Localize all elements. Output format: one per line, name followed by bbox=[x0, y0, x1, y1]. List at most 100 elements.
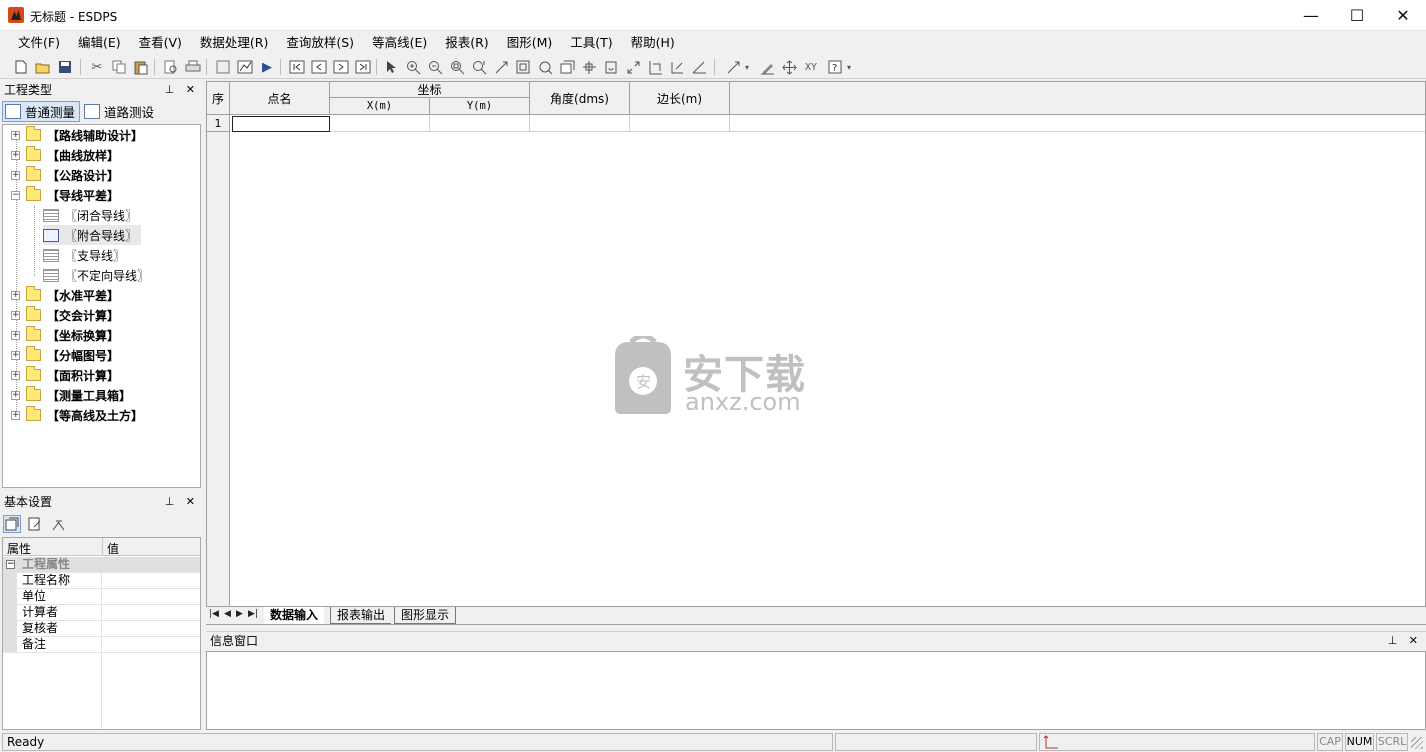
tree-node-coordinate-conversion[interactable]: + 【坐标换算】 bbox=[11, 325, 119, 345]
redraw-icon[interactable] bbox=[536, 58, 554, 76]
layer-icon[interactable] bbox=[558, 58, 576, 76]
help-icon[interactable]: ? bbox=[826, 58, 844, 76]
snap-point-icon[interactable] bbox=[580, 58, 598, 76]
tree-node-area-calculation[interactable]: + 【面积计算】 bbox=[11, 365, 119, 385]
tree-node-map-sheet[interactable]: + 【分幅图号】 bbox=[11, 345, 119, 365]
chevron-down-icon[interactable]: ▾ bbox=[742, 58, 752, 76]
tree-node-survey-toolbox[interactable]: + 【测量工具箱】 bbox=[11, 385, 131, 405]
panel-pin-close-icons[interactable]: ⊥ ✕ bbox=[165, 493, 199, 511]
menu-data-processing[interactable]: 数据处理(R) bbox=[191, 31, 277, 55]
tab-general-survey[interactable]: 普通测量 bbox=[2, 101, 81, 122]
tab-road-survey[interactable]: 道路测设 bbox=[82, 101, 158, 122]
sheet-first-icon[interactable]: |◀ bbox=[209, 609, 219, 619]
edit-settings-icon[interactable] bbox=[26, 515, 44, 533]
grid-header-angle[interactable]: 角度(dms) bbox=[530, 82, 630, 115]
menu-query-stakeout[interactable]: 查询放样(S) bbox=[277, 31, 363, 55]
grid-cell-x[interactable] bbox=[330, 115, 430, 132]
move-cross-icon[interactable] bbox=[780, 58, 798, 76]
chevron-down-icon[interactable]: ▾ bbox=[844, 58, 854, 76]
sheet-prev-icon[interactable]: ◀ bbox=[224, 609, 231, 619]
calculate-icon[interactable] bbox=[236, 58, 254, 76]
grid-header-y[interactable]: Y(m) bbox=[430, 98, 530, 115]
sheet-last-icon[interactable]: ▶| bbox=[248, 609, 258, 619]
first-record-icon[interactable] bbox=[288, 58, 306, 76]
menu-graphics[interactable]: 图形(M) bbox=[498, 31, 562, 55]
draw-line-icon[interactable] bbox=[724, 58, 742, 76]
last-record-icon[interactable] bbox=[354, 58, 372, 76]
tree-leaf-closed-traverse[interactable]: 〖闭合导线〗 bbox=[43, 205, 137, 225]
draw-pen-icon[interactable] bbox=[758, 58, 776, 76]
tab-graphics-display[interactable]: 图形显示 bbox=[394, 607, 457, 624]
menu-view[interactable]: 查看(V) bbox=[130, 31, 191, 55]
paste-icon[interactable] bbox=[132, 58, 150, 76]
tools-settings-icon[interactable] bbox=[49, 515, 67, 533]
tree-node-contour-earthwork[interactable]: + 【等高线及土方】 bbox=[11, 405, 143, 425]
next-record-icon[interactable] bbox=[332, 58, 350, 76]
select-pointer-icon[interactable] bbox=[382, 58, 400, 76]
tree-leaf-non-oriented-traverse[interactable]: 〖不定向导线〗 bbox=[43, 265, 149, 285]
tab-data-input[interactable]: 数据输入 bbox=[264, 607, 325, 624]
project-properties-icon[interactable] bbox=[3, 515, 21, 533]
import-icon[interactable] bbox=[214, 58, 232, 76]
xy-coordinate-icon[interactable]: XY bbox=[802, 58, 820, 76]
zoom-extents-icon[interactable] bbox=[514, 58, 532, 76]
menu-help[interactable]: 帮助(H) bbox=[622, 31, 684, 55]
menu-tools[interactable]: 工具(T) bbox=[561, 31, 621, 55]
zoom-out-icon[interactable] bbox=[426, 58, 444, 76]
panel-pin-close-icons[interactable]: ⊥ ✕ bbox=[165, 81, 199, 99]
property-group-project[interactable]: − 工程属性 bbox=[3, 557, 200, 573]
collapse-icon[interactable]: − bbox=[6, 560, 15, 569]
data-grid[interactable]: 序 点名 坐标 X(m) Y(m) 角度(dms) 边长(m) 1 安 安下载 … bbox=[206, 81, 1426, 607]
prev-record-icon[interactable] bbox=[310, 58, 328, 76]
property-row-project-name[interactable]: 工程名称 bbox=[3, 573, 200, 589]
tree-node-curve-stakeout[interactable]: + 【曲线放样】 bbox=[11, 145, 119, 165]
new-file-icon[interactable] bbox=[12, 58, 30, 76]
tree-node-route-design[interactable]: + 【路线辅助设计】 bbox=[11, 125, 143, 145]
tree-node-leveling-adjustment[interactable]: + 【水准平差】 bbox=[11, 285, 119, 305]
resize-grip-icon[interactable] bbox=[1411, 737, 1423, 749]
panel-pin-close-icons[interactable]: ⊥ ✕ bbox=[1388, 632, 1422, 650]
tree-node-highway-design[interactable]: + 【公路设计】 bbox=[11, 165, 119, 185]
grid-header-point-name[interactable]: 点名 bbox=[230, 82, 330, 115]
open-folder-icon[interactable] bbox=[34, 58, 52, 76]
grid-cell-length[interactable] bbox=[630, 115, 730, 132]
menu-file[interactable]: 文件(F) bbox=[9, 31, 69, 55]
zoom-realtime-icon[interactable] bbox=[470, 58, 488, 76]
property-row-remarks[interactable]: 备注 bbox=[3, 637, 200, 653]
move-icon[interactable] bbox=[624, 58, 642, 76]
zoom-window-icon[interactable] bbox=[448, 58, 466, 76]
property-row-checker[interactable]: 复核者 bbox=[3, 621, 200, 637]
menu-edit[interactable]: 编辑(E) bbox=[69, 31, 130, 55]
tree-node-traverse-adjustment[interactable]: − 【导线平差】 bbox=[11, 185, 119, 205]
grid-header-x[interactable]: X(m) bbox=[330, 98, 430, 115]
tree-leaf-connecting-traverse[interactable]: 〖附合导线〗 bbox=[43, 225, 142, 245]
pan-icon[interactable] bbox=[492, 58, 510, 76]
grid-header-side-length[interactable]: 边长(m) bbox=[630, 82, 730, 115]
minimize-icon[interactable]: — bbox=[1288, 0, 1334, 31]
print-preview-icon[interactable] bbox=[162, 58, 180, 76]
tree-leaf-branch-traverse[interactable]: 〖支导线〗 bbox=[43, 245, 125, 265]
measure-area-icon[interactable] bbox=[668, 58, 686, 76]
menu-report[interactable]: 报表(R) bbox=[436, 31, 497, 55]
menu-contour[interactable]: 等高线(E) bbox=[363, 31, 436, 55]
close-icon[interactable]: ✕ bbox=[1380, 0, 1426, 31]
property-row-unit[interactable]: 单位 bbox=[3, 589, 200, 605]
zoom-in-icon[interactable] bbox=[404, 58, 422, 76]
rotate-icon[interactable] bbox=[602, 58, 620, 76]
save-icon[interactable] bbox=[56, 58, 74, 76]
measure-angle-icon[interactable] bbox=[690, 58, 708, 76]
tree-node-intersection[interactable]: + 【交会计算】 bbox=[11, 305, 119, 325]
grid-cell-angle[interactable] bbox=[530, 115, 630, 132]
maximize-icon[interactable]: ☐ bbox=[1334, 0, 1380, 31]
print-icon[interactable] bbox=[184, 58, 202, 76]
sheet-next-icon[interactable]: ▶ bbox=[236, 609, 243, 619]
grid-cell-point-name-active[interactable] bbox=[232, 116, 330, 132]
measure-distance-icon[interactable] bbox=[646, 58, 664, 76]
run-arrow-icon[interactable]: ▶ bbox=[258, 58, 276, 76]
tab-report-output[interactable]: 报表输出 bbox=[330, 607, 392, 624]
copy-icon[interactable] bbox=[110, 58, 128, 76]
grid-cell-y[interactable] bbox=[430, 115, 530, 132]
property-row-calculator[interactable]: 计算者 bbox=[3, 605, 200, 621]
grid-row-header[interactable]: 1 bbox=[207, 115, 230, 132]
cut-icon[interactable]: ✂ bbox=[88, 58, 106, 76]
